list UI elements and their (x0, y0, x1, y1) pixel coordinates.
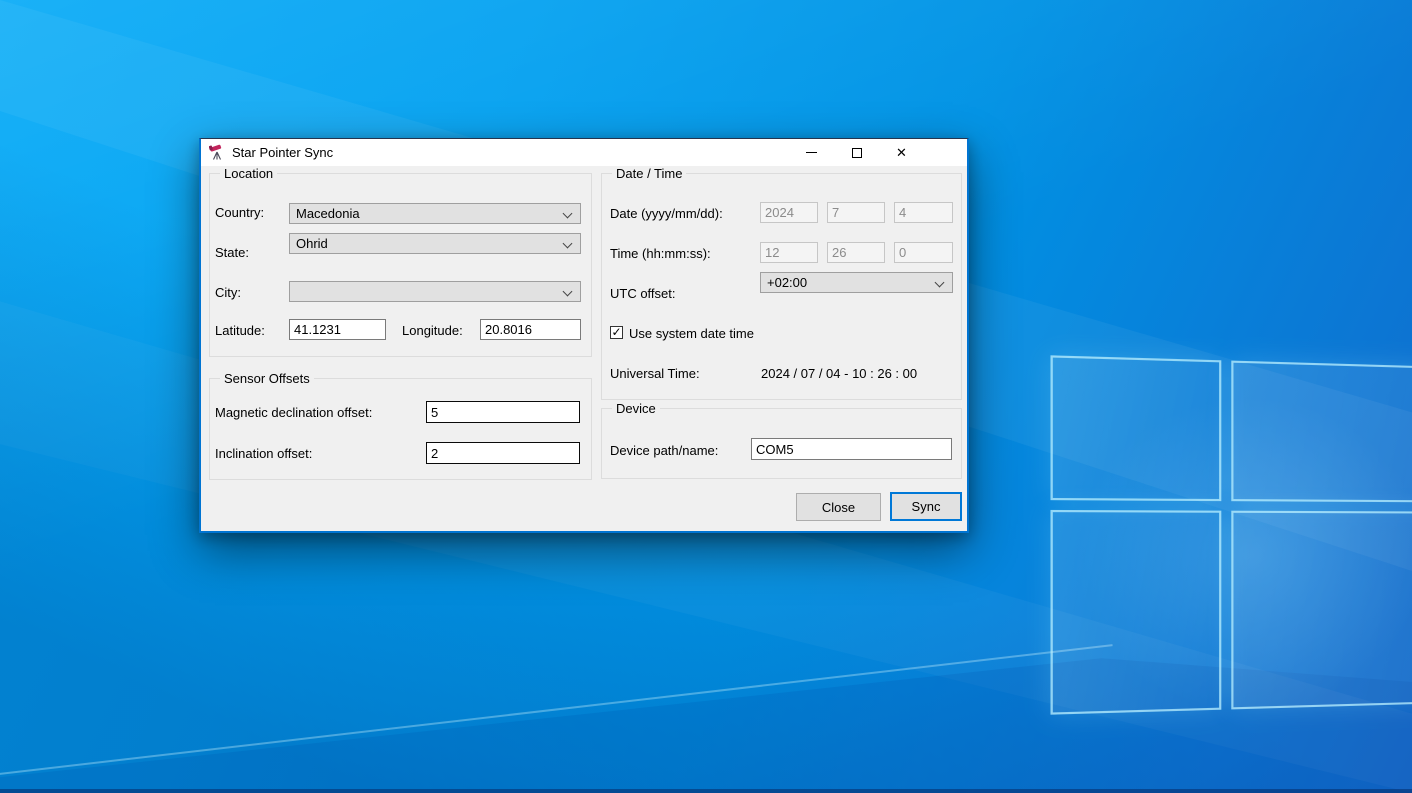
chevron-down-icon (563, 287, 573, 297)
state-select[interactable]: Ohrid (289, 233, 581, 254)
date-label: Date (yyyy/mm/dd): (610, 206, 723, 221)
chevron-down-icon (563, 209, 573, 219)
group-sensor-offsets-title: Sensor Offsets (220, 371, 314, 386)
device-path-input[interactable] (751, 438, 952, 460)
checkmark-icon: ✓ (611, 325, 621, 339)
minimize-button[interactable] (789, 139, 834, 166)
state-label: State: (215, 245, 249, 260)
windows-logo-pane (1050, 510, 1221, 715)
magnetic-declination-input[interactable] (426, 401, 580, 423)
latitude-input[interactable] (289, 319, 386, 340)
chevron-down-icon (935, 278, 945, 288)
inclination-label: Inclination offset: (215, 446, 312, 461)
windows-logo (1050, 355, 1412, 714)
date-year-input (760, 202, 818, 223)
group-device-title: Device (612, 401, 660, 416)
universal-time-value: 2024 / 07 / 04 - 10 : 26 : 00 (761, 366, 917, 381)
use-system-datetime-checkbox[interactable]: ✓ (610, 326, 623, 339)
universal-time-label: Universal Time: (610, 366, 700, 381)
titlebar[interactable]: Star Pointer Sync ✕ (201, 139, 967, 166)
inclination-input[interactable] (426, 442, 580, 464)
utc-offset-label: UTC offset: (610, 286, 676, 301)
windows-logo-pane (1050, 355, 1221, 501)
device-path-label: Device path/name: (610, 443, 718, 458)
close-button[interactable]: Close (796, 493, 881, 521)
city-label: City: (215, 285, 241, 300)
state-value: Ohrid (296, 236, 328, 251)
close-icon: ✕ (896, 145, 907, 161)
sync-button[interactable]: Sync (890, 492, 962, 521)
time-minute-input (827, 242, 885, 263)
city-select[interactable] (289, 281, 581, 302)
maximize-button[interactable] (834, 139, 879, 166)
group-location-title: Location (220, 166, 277, 181)
telescope-icon (209, 144, 226, 161)
latitude-label: Latitude: (215, 323, 265, 338)
country-select[interactable]: Macedonia (289, 203, 581, 224)
country-label: Country: (215, 205, 264, 220)
dialog-star-pointer-sync: Star Pointer Sync ✕ Location Country: Ma… (199, 138, 969, 533)
use-system-datetime-label: Use system date time (629, 326, 754, 341)
longitude-input[interactable] (480, 319, 581, 340)
group-date-time-title: Date / Time (612, 166, 686, 181)
close-window-button[interactable]: ✕ (879, 139, 924, 166)
maximize-icon (852, 148, 862, 158)
date-day-input (894, 202, 953, 223)
chevron-down-icon (563, 239, 573, 249)
windows-logo-pane (1231, 361, 1412, 503)
time-label: Time (hh:mm:ss): (610, 246, 711, 261)
utc-offset-select[interactable]: +02:00 (760, 272, 953, 293)
minimize-icon (806, 152, 817, 153)
time-second-input (894, 242, 953, 263)
window-title: Star Pointer Sync (232, 139, 333, 166)
date-month-input (827, 202, 885, 223)
windows-logo-pane (1231, 511, 1412, 710)
country-value: Macedonia (296, 206, 360, 221)
longitude-label: Longitude: (402, 323, 463, 338)
screen-bottom-edge (0, 789, 1412, 793)
magnetic-declination-label: Magnetic declination offset: (215, 405, 372, 420)
time-hour-input (760, 242, 818, 263)
group-sensor-offsets: Sensor Offsets (209, 378, 592, 480)
utc-offset-value: +02:00 (767, 275, 807, 290)
